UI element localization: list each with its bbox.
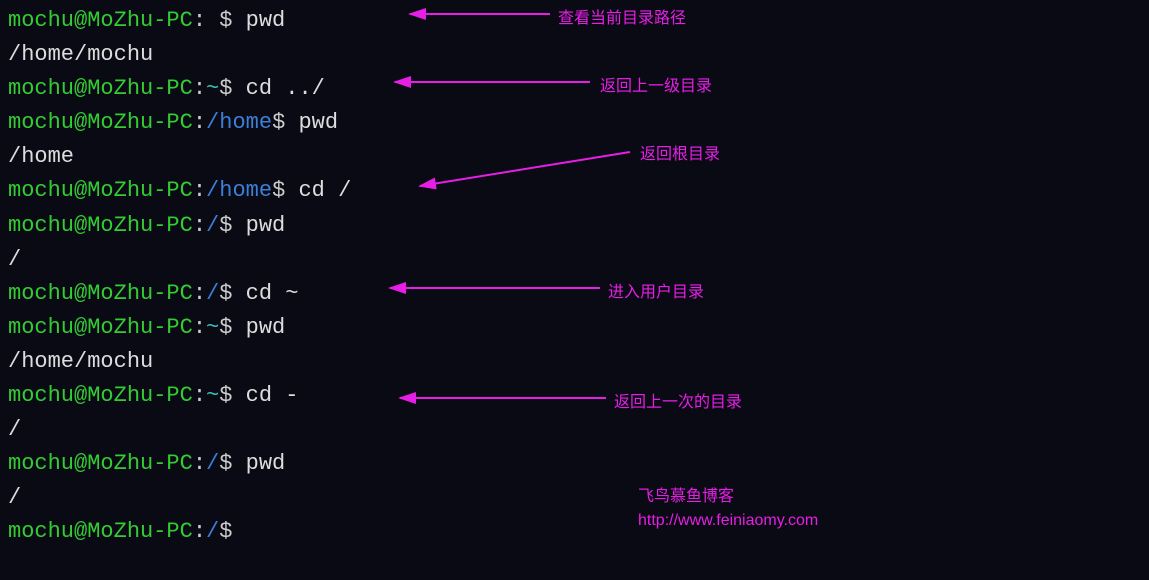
output-text: /home/mochu bbox=[8, 42, 153, 67]
command: pwd bbox=[246, 315, 286, 340]
output-text: / bbox=[8, 485, 21, 510]
separator: : bbox=[193, 76, 206, 101]
tilde-path: ~ bbox=[206, 315, 219, 340]
separator: : bbox=[193, 213, 206, 238]
command: cd / bbox=[298, 178, 351, 203]
command: pwd bbox=[246, 451, 286, 476]
output-text: / bbox=[8, 247, 21, 272]
terminal-prompt: mochu@MoZhu-PC:/$ bbox=[8, 515, 1141, 549]
terminal-output: /home bbox=[8, 140, 1141, 174]
terminal-prompt: mochu@MoZhu-PC:/$ cd ~ bbox=[8, 277, 1141, 311]
terminal-prompt: mochu@MoZhu-PC:/$ pwd bbox=[8, 209, 1141, 243]
path: / bbox=[206, 213, 219, 238]
user: mochu@MoZhu-PC bbox=[8, 281, 193, 306]
prompt-symbol: $ bbox=[219, 451, 245, 476]
path: / bbox=[206, 281, 219, 306]
prompt-symbol: $ bbox=[219, 315, 245, 340]
output-text: / bbox=[8, 417, 21, 442]
user: mochu@MoZhu-PC bbox=[8, 8, 193, 33]
separator: : bbox=[193, 519, 206, 544]
path: / bbox=[206, 451, 219, 476]
prompt-symbol: $ bbox=[219, 76, 245, 101]
terminal-prompt: mochu@MoZhu-PC: $ pwd bbox=[8, 4, 1141, 38]
command: cd - bbox=[246, 383, 299, 408]
separator: : bbox=[193, 383, 206, 408]
prompt-symbol: $ bbox=[219, 281, 245, 306]
separator: : bbox=[193, 451, 206, 476]
separator: : bbox=[193, 8, 206, 33]
path bbox=[206, 8, 219, 33]
user: mochu@MoZhu-PC bbox=[8, 315, 193, 340]
terminal-output: / bbox=[8, 243, 1141, 277]
user: mochu@MoZhu-PC bbox=[8, 519, 193, 544]
user: mochu@MoZhu-PC bbox=[8, 451, 193, 476]
prompt-symbol: $ bbox=[272, 178, 298, 203]
prompt-symbol: $ bbox=[219, 383, 245, 408]
separator: : bbox=[193, 315, 206, 340]
tilde-path: ~ bbox=[206, 76, 219, 101]
terminal-output: / bbox=[8, 481, 1141, 515]
path: / bbox=[206, 519, 219, 544]
prompt-symbol: $ bbox=[272, 110, 298, 135]
terminal-output: /home/mochu bbox=[8, 38, 1141, 72]
command: cd ../ bbox=[246, 76, 325, 101]
path: /home bbox=[206, 110, 272, 135]
user: mochu@MoZhu-PC bbox=[8, 213, 193, 238]
terminal-prompt: mochu@MoZhu-PC:~$ pwd bbox=[8, 311, 1141, 345]
terminal-prompt: mochu@MoZhu-PC:/home$ pwd bbox=[8, 106, 1141, 140]
prompt-symbol: $ bbox=[219, 519, 232, 544]
separator: : bbox=[193, 281, 206, 306]
output-text: /home bbox=[8, 144, 74, 169]
tilde-path: ~ bbox=[206, 383, 219, 408]
prompt-symbol: $ bbox=[219, 213, 245, 238]
output-text: /home/mochu bbox=[8, 349, 153, 374]
terminal-output: / bbox=[8, 413, 1141, 447]
user: mochu@MoZhu-PC bbox=[8, 76, 193, 101]
separator: : bbox=[193, 178, 206, 203]
command: pwd bbox=[298, 110, 338, 135]
prompt-symbol: $ bbox=[219, 8, 245, 33]
terminal-prompt: mochu@MoZhu-PC:~$ cd - bbox=[8, 379, 1141, 413]
user: mochu@MoZhu-PC bbox=[8, 178, 193, 203]
terminal[interactable]: mochu@MoZhu-PC: $ pwd/home/mochu mochu@Mo… bbox=[0, 0, 1149, 554]
user: mochu@MoZhu-PC bbox=[8, 110, 193, 135]
user: mochu@MoZhu-PC bbox=[8, 383, 193, 408]
terminal-output: /home/mochu bbox=[8, 345, 1141, 379]
command: pwd bbox=[246, 8, 286, 33]
terminal-prompt: mochu@MoZhu-PC:~$ cd ../ bbox=[8, 72, 1141, 106]
command: cd ~ bbox=[246, 281, 299, 306]
path: /home bbox=[206, 178, 272, 203]
terminal-prompt: mochu@MoZhu-PC:/$ pwd bbox=[8, 447, 1141, 481]
separator: : bbox=[193, 110, 206, 135]
command: pwd bbox=[246, 213, 286, 238]
terminal-prompt: mochu@MoZhu-PC:/home$ cd / bbox=[8, 174, 1141, 208]
